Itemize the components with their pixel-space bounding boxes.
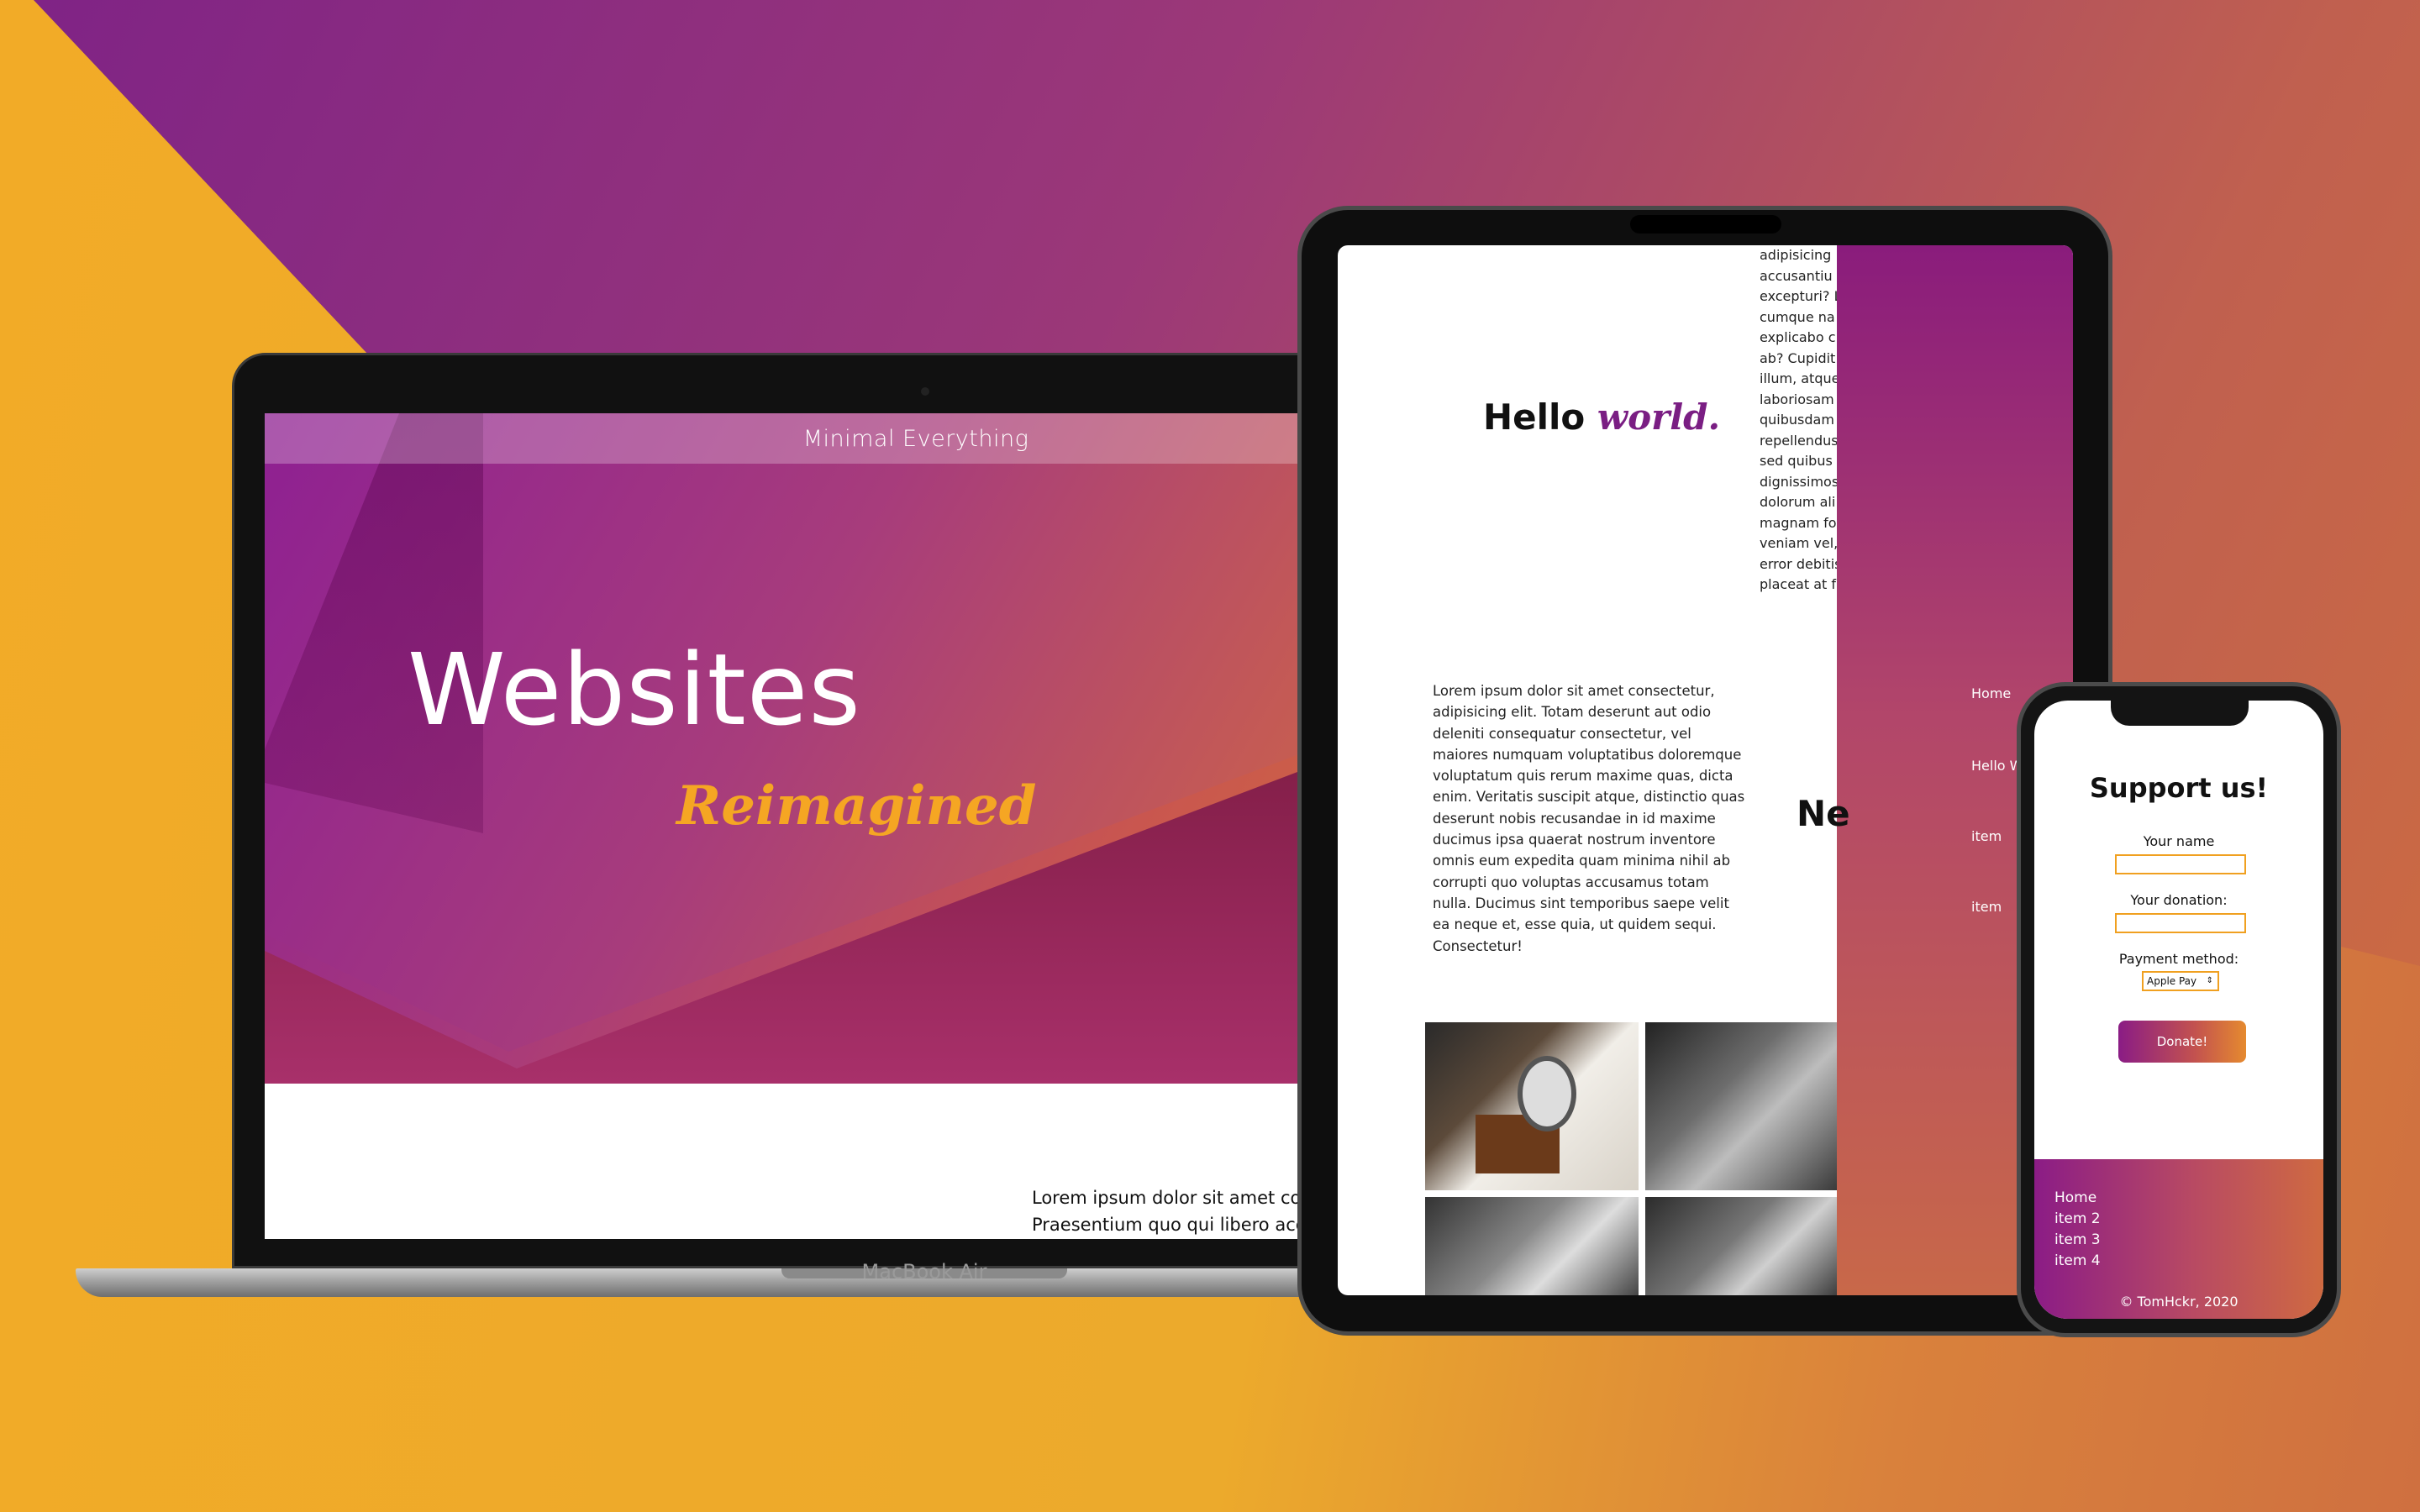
column-line: explicabo c — [1760, 329, 1836, 345]
column-line: accusantiu — [1760, 267, 1833, 284]
payment-label: Payment method: — [2118, 951, 2239, 967]
footer-item-3[interactable]: item 3 — [2054, 1231, 2101, 1248]
name-label: Your name — [2143, 833, 2215, 849]
photo-device — [1518, 1056, 1576, 1131]
column-line: sed quibus — [1760, 453, 1833, 469]
tablet-partial-heading: Ne — [1797, 793, 1850, 834]
phone-screen: Support us! Your name Your donation: Pay… — [2034, 701, 2323, 1319]
column-line: error debitis — [1760, 555, 1837, 572]
tablet-nav-item[interactable]: item — [1971, 828, 2002, 844]
lorem-line: Praesentium quo qui libero acc — [1032, 1215, 1306, 1235]
column-line: quibusdam — [1760, 412, 1834, 428]
laptop-lorem-text: Lorem ipsum dolor sit amet con Praesenti… — [1032, 1184, 1313, 1238]
phone-footer: Home item 2 item 3 item 4 © TomHckr, 202… — [2034, 1159, 2323, 1319]
column-line: ab? Cupidit — [1760, 349, 1836, 366]
hello-word: Hello — [1483, 396, 1586, 438]
tablet-text-column: adipisicing accusantiu excepturi? L cumq… — [1760, 245, 1837, 596]
column-line: adipisicing — [1760, 247, 1832, 263]
footer-item-4[interactable]: item 4 — [2054, 1252, 2101, 1269]
tablet-screen: Hello world. adipisicing accusantiu exce… — [1338, 245, 2073, 1295]
hero-subtitle: Reimagined — [676, 774, 1037, 837]
phone-notch — [2111, 697, 2249, 726]
column-line: laboriosam — [1760, 391, 1834, 407]
donation-label: Your donation: — [2130, 892, 2228, 908]
column-line: repellendus — [1760, 432, 1837, 449]
payment-select[interactable]: Apple Pay ⇕ — [2142, 971, 2219, 991]
footer-item-home[interactable]: Home — [2054, 1189, 2096, 1206]
gallery-photo-dog-2 — [1645, 1197, 1837, 1295]
footer-item-2[interactable]: item 2 — [2054, 1210, 2101, 1227]
column-line: veniam vel, — [1760, 535, 1837, 551]
lorem-line: Lorem ipsum dolor sit amet con — [1032, 1188, 1313, 1208]
hero-title: Websites — [408, 632, 861, 748]
column-line: magnam fo — [1760, 514, 1837, 531]
gallery-photo-dog — [1645, 1022, 1837, 1190]
laptop-camera — [921, 387, 929, 396]
donate-button[interactable]: Donate! — [2118, 1021, 2246, 1063]
donation-input[interactable] — [2115, 913, 2246, 933]
tablet-paragraph: Lorem ipsum dolor sit amet consectetur, … — [1433, 683, 1745, 954]
top-nav-bar: Minimal Everything — [265, 413, 1357, 464]
column-line: cumque na — [1760, 308, 1835, 325]
column-line: excepturi? L — [1760, 288, 1837, 304]
column-line: dignissimos — [1760, 473, 1837, 490]
tablet-camera-bar — [1630, 215, 1781, 234]
tablet-nav-item[interactable]: item — [1971, 899, 2002, 915]
gallery-photo-desk — [1425, 1022, 1639, 1190]
tablet-nav-home[interactable]: Home — [1971, 685, 2011, 701]
column-line: placeat at f — [1760, 576, 1837, 592]
support-title: Support us! — [2089, 772, 2269, 804]
payment-selected-value: Apple Pay — [2147, 975, 2197, 987]
hero-section: Minimal Everything Websites Reimagined — [265, 413, 1357, 1084]
chevron-updown-icon: ⇕ — [2206, 976, 2213, 985]
site-title[interactable]: Minimal Everything — [593, 426, 1029, 452]
device-label: MacBook Air — [861, 1260, 987, 1284]
laptop-screen: Minimal Everything Websites Reimagined L… — [265, 413, 1357, 1239]
hello-heading: Hello world. — [1483, 396, 1720, 438]
tablet-nav-hello[interactable]: Hello W — [1971, 758, 2023, 774]
column-line: dolorum ali — [1760, 494, 1836, 510]
name-input[interactable] — [2115, 854, 2246, 874]
gallery-photo-person — [1425, 1197, 1639, 1295]
column-line: illum, atque — [1760, 370, 1837, 386]
copyright-text: © TomHckr, 2020 — [2119, 1294, 2238, 1310]
world-word: world. — [1597, 396, 1721, 438]
